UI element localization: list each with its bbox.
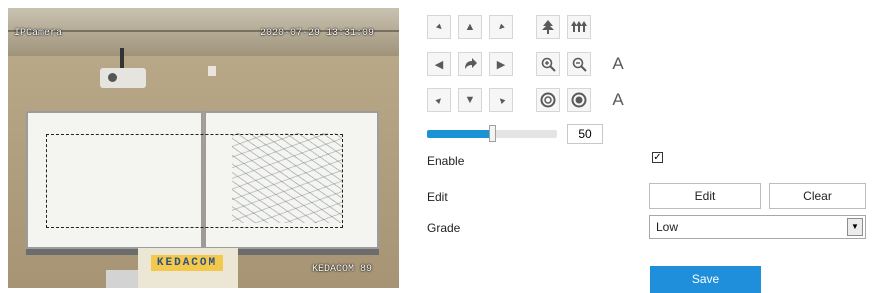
grade-label: Grade xyxy=(427,221,461,235)
arrow-left-icon: ◀ xyxy=(434,58,444,71)
auto-letter-icon: A xyxy=(612,90,624,109)
zoom-out-icon xyxy=(572,57,587,72)
forest-icon xyxy=(571,21,587,32)
arrow-up-icon: ▲ xyxy=(464,21,476,33)
focus-near-button[interactable] xyxy=(536,15,560,39)
cabinet xyxy=(106,270,140,288)
iris-open-icon xyxy=(540,92,556,108)
zoom-out-button[interactable] xyxy=(567,52,591,76)
projector-mount xyxy=(120,48,124,70)
ptz-up-right-button[interactable]: ▼ xyxy=(489,15,513,39)
slider-fill xyxy=(427,130,492,138)
osd-footer: KEDACOM 89 xyxy=(312,264,373,275)
enable-checkbox[interactable]: ✓ xyxy=(652,152,663,163)
arrow-up-left-icon: ▼ xyxy=(432,20,446,34)
arrow-right-icon: ▶ xyxy=(496,58,506,71)
auto-scan-button[interactable] xyxy=(458,52,482,76)
iris-close-icon xyxy=(571,92,587,108)
arrow-up-right-icon: ▼ xyxy=(494,20,508,34)
clear-button[interactable]: Clear xyxy=(769,183,866,209)
grade-select[interactable]: Low ▼ xyxy=(649,215,866,239)
video-preview[interactable]: KEDACOM IPCamera 2020-07-29 13:31:09 KED… xyxy=(8,8,399,288)
arrow-down-left-icon: ▲ xyxy=(432,93,446,107)
ptz-down-right-button[interactable]: ▲ xyxy=(489,88,513,112)
edit-button[interactable]: Edit xyxy=(649,183,761,209)
edit-label: Edit xyxy=(427,190,448,204)
ptz-up-button[interactable]: ▲ xyxy=(458,15,482,39)
arrow-down-icon: ▼ xyxy=(464,94,476,106)
iris-close-button[interactable] xyxy=(567,88,591,112)
ptz-left-button[interactable]: ◀ xyxy=(427,52,451,76)
speed-slider[interactable] xyxy=(427,125,557,142)
wall-socket xyxy=(208,66,216,76)
zoom-in-icon xyxy=(541,57,556,72)
osd-datetime: 2020-07-29 13:31:09 xyxy=(260,28,375,39)
tree-icon xyxy=(542,20,554,34)
projector xyxy=(100,68,146,88)
chevron-down-icon[interactable]: ▼ xyxy=(847,218,863,236)
slider-handle[interactable] xyxy=(489,125,496,142)
ptz-right-button[interactable]: ▶ xyxy=(489,52,513,76)
save-button[interactable]: Save xyxy=(650,266,761,293)
podium-logo: KEDACOM xyxy=(151,255,223,271)
iris-open-button[interactable] xyxy=(536,88,560,112)
ptz-up-left-button[interactable]: ▼ xyxy=(427,15,451,39)
detection-zone[interactable] xyxy=(46,134,343,228)
arrow-down-right-icon: ▲ xyxy=(494,93,508,107)
auto-letter-icon: A xyxy=(612,54,624,73)
iris-auto-button[interactable]: A xyxy=(606,88,630,112)
osd-channel-name: IPCamera xyxy=(14,28,63,39)
redo-arrow-icon xyxy=(465,58,477,69)
enable-label: Enable xyxy=(427,154,465,168)
ptz-down-button[interactable]: ▼ xyxy=(458,88,482,112)
focus-auto-button[interactable]: A xyxy=(606,52,630,76)
grade-selected-value: Low xyxy=(656,220,679,234)
focus-far-button[interactable] xyxy=(567,15,591,39)
zoom-in-button[interactable] xyxy=(536,52,560,76)
speed-value[interactable]: 50 xyxy=(567,124,603,144)
ptz-down-left-button[interactable]: ▲ xyxy=(427,88,451,112)
